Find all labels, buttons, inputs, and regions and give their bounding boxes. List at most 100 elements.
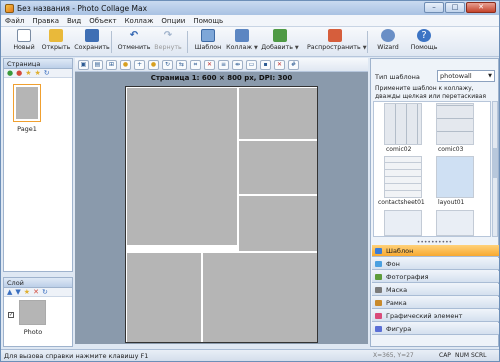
shape-category-icon [375, 326, 382, 332]
size-icon[interactable]: ▭ [246, 59, 257, 70]
template-gallery[interactable]: comic02 comic03 contactsheet01 layout01 [373, 101, 491, 237]
layer-thumbnail[interactable] [19, 300, 46, 325]
gallery-scrollbar-thumb[interactable] [493, 148, 497, 178]
star-icon[interactable]: ★ [25, 69, 31, 77]
photo-category-icon [375, 274, 382, 280]
page-thumbnail-image [16, 87, 38, 119]
send-back-icon[interactable]: ▤ [92, 59, 103, 70]
collage-button[interactable]: Коллаж ▼ [223, 29, 261, 56]
photo-cell[interactable] [238, 87, 317, 140]
move-up-icon[interactable]: ▲ [7, 288, 12, 296]
distribute-horizontal-icon[interactable]: ⇹ [232, 59, 243, 70]
star-icon[interactable]: ★ [24, 288, 30, 296]
toolbar-separator [111, 31, 112, 53]
delete-page-icon[interactable]: ● [16, 69, 22, 77]
menu-object[interactable]: Объект [89, 17, 116, 25]
category-clipart[interactable]: Графический элемент [372, 310, 499, 322]
menu-file[interactable]: Файл [5, 17, 24, 25]
template-type-select[interactable]: photowall ▼ [437, 70, 495, 82]
undo-button[interactable]: ↶ Отменить [115, 29, 153, 56]
properties-icon[interactable]: ● [148, 59, 159, 70]
template-thumbnail[interactable] [436, 103, 474, 145]
move-down-icon[interactable]: ▼ [15, 288, 20, 296]
category-photo[interactable]: Фотография [372, 271, 499, 283]
star-icon[interactable]: ★ [35, 69, 41, 77]
category-mask[interactable]: Маска [372, 284, 499, 296]
category-label: Рамка [386, 299, 407, 307]
photo-cell[interactable] [126, 87, 238, 246]
template-button[interactable]: Шаблон [189, 29, 227, 56]
save-button[interactable]: Сохранить [73, 29, 111, 56]
refresh-icon[interactable]: ↻ [44, 69, 50, 77]
layer-label: Photo [23, 328, 43, 336]
category-template[interactable]: Шаблон [372, 245, 499, 257]
align-icon[interactable]: ≡ [218, 59, 229, 70]
template-thumbnail[interactable] [384, 210, 422, 236]
delete-layer-icon[interactable]: ✕ [33, 288, 39, 296]
photo-cell[interactable] [238, 195, 317, 252]
lock-icon[interactable]: ▪ [260, 59, 271, 70]
category-label: Фигура [386, 325, 412, 333]
refresh-icon[interactable]: ↻ [42, 288, 48, 296]
crop-icon[interactable]: ⌗ [190, 59, 201, 70]
collage-page[interactable] [125, 86, 318, 343]
photo-cell[interactable] [202, 252, 317, 342]
template-thumbnail[interactable] [384, 156, 422, 198]
wizard-label: Wizard [377, 44, 399, 51]
add-page-icon[interactable]: ● [7, 69, 13, 77]
dropdown-arrow-icon: ▼ [488, 73, 492, 79]
flip-icon[interactable]: ⇆ [176, 59, 187, 70]
page-thumbnail[interactable] [13, 84, 41, 122]
wizard-button[interactable]: Wizard [369, 29, 407, 56]
menu-collage[interactable]: Коллаж [125, 17, 154, 25]
layer-visibility-checkbox[interactable]: ✓ [8, 312, 14, 318]
dropdown-arrow-icon: ▼ [294, 45, 299, 51]
caption-buttons: – □ ✕ [424, 2, 496, 13]
category-label: Графический элемент [386, 312, 463, 320]
template-thumbnail[interactable] [436, 156, 474, 198]
template-hint: Примените шаблон к коллажу, дважды щелка… [375, 85, 487, 100]
open-button[interactable]: Открыть [37, 29, 75, 56]
photo-cell[interactable] [126, 252, 202, 342]
info-icon[interactable]: ● [120, 59, 131, 70]
template-type-label: Тип шаблона [375, 73, 420, 81]
add-button[interactable]: Добавить ▼ [261, 29, 299, 56]
grid-icon[interactable]: # [288, 59, 299, 70]
template-thumbnail[interactable] [384, 103, 422, 145]
redo-button[interactable]: ↷ Вернуть [149, 29, 187, 56]
template-icon [201, 29, 215, 42]
bring-front-icon[interactable]: ▣ [78, 59, 89, 70]
distribute-button[interactable]: Распространить ▼ [307, 29, 367, 56]
menu-help[interactable]: Помощь [193, 17, 223, 25]
minimize-button[interactable]: – [424, 2, 444, 13]
distribute-icon [328, 29, 342, 42]
photo-cell[interactable] [238, 140, 317, 195]
menu-edit[interactable]: Правка [32, 17, 59, 25]
rotate-icon[interactable]: ↻ [162, 59, 173, 70]
title-bar[interactable]: Без названия - Photo Collage Max – □ ✕ [1, 1, 499, 15]
category-frame[interactable]: Рамка [372, 297, 499, 309]
new-document-icon [17, 29, 31, 42]
fit-icon[interactable]: ⊞ [106, 59, 117, 70]
delete-icon[interactable]: ✕ [204, 59, 215, 70]
template-thumbnail[interactable] [436, 210, 474, 236]
undo-icon: ↶ [129, 30, 139, 41]
gallery-scrollbar[interactable] [492, 101, 498, 237]
page-info: Страница 1: 600 × 800 px, DPI: 300 [150, 74, 293, 82]
close-button[interactable]: ✕ [466, 2, 496, 13]
menu-view[interactable]: Вид [67, 17, 81, 25]
save-label: Сохранить [74, 44, 110, 51]
maximize-button[interactable]: □ [445, 2, 465, 13]
menu-options[interactable]: Опции [161, 17, 185, 25]
zoom-in-icon[interactable]: + [134, 59, 145, 70]
help-button[interactable]: ? Помощь [405, 29, 443, 56]
clipart-category-icon [375, 313, 382, 319]
page-label: Page1 [17, 125, 37, 133]
add-label: Добавить ▼ [261, 44, 299, 51]
category-background[interactable]: Фон [372, 258, 499, 270]
remove-icon[interactable]: ✕ [274, 59, 285, 70]
pages-panel-toolbar: ● ● ★ ★ ↻ [4, 69, 72, 78]
canvas-area[interactable]: Страница 1: 600 × 800 px, DPI: 300 [75, 72, 368, 344]
redo-label: Вернуть [154, 44, 182, 51]
category-shape[interactable]: Фигура [372, 323, 499, 335]
